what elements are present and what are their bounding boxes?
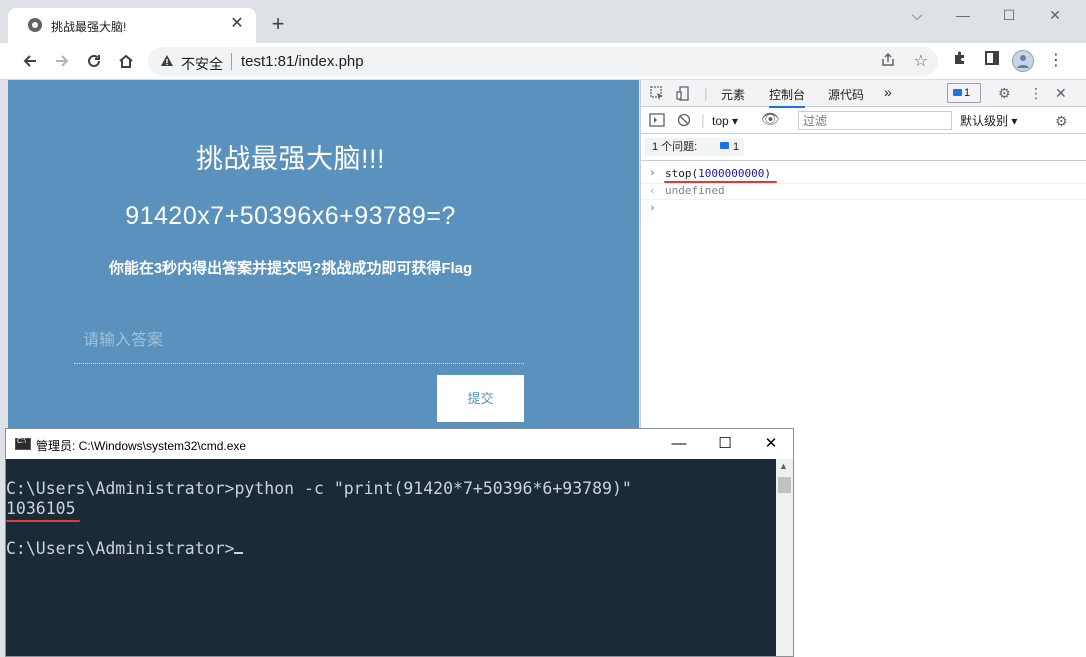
tab-strip: 挑战最强大脑! ✕ + ⌵ — ☐ ✕ <box>0 0 1086 43</box>
browser-toolbar: 不安全 test1:81/index.php ☆ ⋮ <box>0 43 1086 80</box>
globe-icon <box>28 18 42 32</box>
extensions-icon[interactable] <box>949 50 971 72</box>
issues-label: 1 个问题: <box>652 141 698 153</box>
context-label: top <box>712 114 729 128</box>
device-toolbar-icon[interactable] <box>676 86 691 104</box>
side-panel-icon[interactable] <box>981 50 1003 72</box>
devtools-menu-icon[interactable]: ⋮ <box>1029 85 1043 101</box>
tab-close-icon[interactable]: ✕ <box>228 15 246 33</box>
toolbar-divider: | <box>704 85 708 101</box>
command-arg: 1000000000 <box>698 167 765 180</box>
issues-button[interactable]: 1 个问题: 1 <box>644 138 744 156</box>
cmd-title: 管理员: C:\Windows\system32\cmd.exe <box>36 439 247 453</box>
cmd-console[interactable]: C:\Users\Administrator>python -c "print(… <box>6 459 776 656</box>
settings-gear-icon[interactable]: ⚙ <box>998 85 1011 101</box>
cmd-close-button[interactable]: ✕ <box>748 433 794 455</box>
cmd-minimize-button[interactable]: — <box>656 433 702 455</box>
forward-button[interactable] <box>49 48 75 74</box>
cmd-window: 管理员: C:\Windows\system32\cmd.exe — ☐ ✕ C… <box>5 428 794 657</box>
address-bar[interactable]: 不安全 test1:81/index.php ☆ <box>148 47 938 76</box>
issues-bar: 1 个问题: 1 <box>641 135 1086 161</box>
scroll-thumb[interactable] <box>778 477 791 493</box>
cmd-line-command: C:\Users\Administrator>python -c "print(… <box>6 479 632 498</box>
cmd-line-prompt: C:\Users\Administrator> <box>6 539 244 558</box>
url-text[interactable]: test1:81/index.php <box>241 53 364 70</box>
cmd-app-icon <box>15 438 31 450</box>
tab-search-icon[interactable]: ⌵ <box>894 4 940 26</box>
close-window-button[interactable]: ✕ <box>1032 4 1078 26</box>
tab-sources[interactable]: 源代码 <box>828 86 864 103</box>
tab-title: 挑战最强大脑! <box>51 20 127 34</box>
new-tab-button[interactable]: + <box>266 13 290 37</box>
security-label[interactable]: 不安全 <box>181 54 223 74</box>
input-prompt-icon: › <box>649 166 656 179</box>
answer-input[interactable] <box>74 318 524 364</box>
profile-avatar[interactable] <box>1012 50 1034 72</box>
menu-kebab-icon[interactable]: ⋮ <box>1045 50 1067 72</box>
cmd-maximize-button[interactable]: ☐ <box>702 433 748 455</box>
filter-input[interactable] <box>798 111 952 130</box>
clear-console-icon[interactable] <box>677 113 691 130</box>
submit-button[interactable]: 提交 <box>437 375 524 422</box>
home-button[interactable] <box>113 48 139 74</box>
console-toolbar: | top ▾ 👁 默认级别 ▾ ⚙ <box>641 108 1086 134</box>
maximize-button[interactable]: ☐ <box>986 4 1032 26</box>
tab-console[interactable]: 控制台 <box>769 86 806 108</box>
issues-badge[interactable]: 1 <box>947 83 981 103</box>
toolbar-divider: | <box>701 112 705 128</box>
hint-text: 你能在3秒内得出答案并提交吗?挑战成功即可获得Flag <box>108 260 473 277</box>
cmd-line-result: 1036105 <box>6 499 76 518</box>
sidebar-toggle-icon[interactable] <box>649 113 665 130</box>
tab-active[interactable]: 挑战最强大脑! ✕ <box>8 8 256 43</box>
devtools-tabbar: | 元素 控制台 源代码 » 1 ⚙ ⋮ ✕ <box>641 80 1086 108</box>
console-settings-gear-icon[interactable]: ⚙ <box>1055 113 1068 129</box>
context-selector[interactable]: top ▾ <box>712 113 738 129</box>
console-prompt-line[interactable]: › <box>641 201 1086 217</box>
issues-count: 1 <box>733 141 740 153</box>
page-heading: 挑战最强大脑!!! <box>195 144 385 174</box>
log-level-dropdown[interactable]: 默认级别 ▾ <box>960 113 1017 129</box>
cmd-titlebar[interactable]: 管理员: C:\Windows\system32\cmd.exe — ☐ ✕ <box>6 429 793 459</box>
warning-icon[interactable] <box>160 54 174 68</box>
live-expression-eye-icon[interactable]: 👁 <box>761 112 780 128</box>
share-icon[interactable] <box>880 52 896 72</box>
cmd-scrollbar[interactable]: ▲ <box>776 459 793 656</box>
back-button[interactable] <box>17 48 43 74</box>
tab-elements[interactable]: 元素 <box>721 86 745 103</box>
reload-button[interactable] <box>81 48 107 74</box>
cmd-prompt-text: C:\Users\Administrator> <box>6 539 235 558</box>
command-name: stop( <box>665 167 699 180</box>
close-devtools-icon[interactable]: ✕ <box>1055 85 1067 101</box>
output-return-icon: ‹ <box>649 184 656 197</box>
issue-chat-icon <box>720 142 729 149</box>
command-close: ) <box>764 167 771 180</box>
minimize-button[interactable]: — <box>940 4 986 26</box>
more-tabs-button[interactable]: » <box>884 84 892 100</box>
console-output-line: ‹ undefined <box>641 184 1086 200</box>
bookmark-star-icon[interactable]: ☆ <box>914 51 928 71</box>
red-underline-annotation <box>6 520 80 522</box>
console-command[interactable]: stop(1000000000) <box>665 167 771 180</box>
inspect-icon[interactable] <box>650 86 665 104</box>
console-output-text: undefined <box>665 184 725 197</box>
log-level-label: 默认级别 <box>960 114 1009 128</box>
red-underline-annotation <box>664 181 777 183</box>
prompt-caret-icon: › <box>649 201 656 214</box>
equation-text: 91420x7+50396x6+93789=? <box>125 202 456 230</box>
scroll-up-icon[interactable]: ▲ <box>779 461 788 471</box>
cursor <box>234 552 244 554</box>
omnibox-divider <box>231 53 232 70</box>
